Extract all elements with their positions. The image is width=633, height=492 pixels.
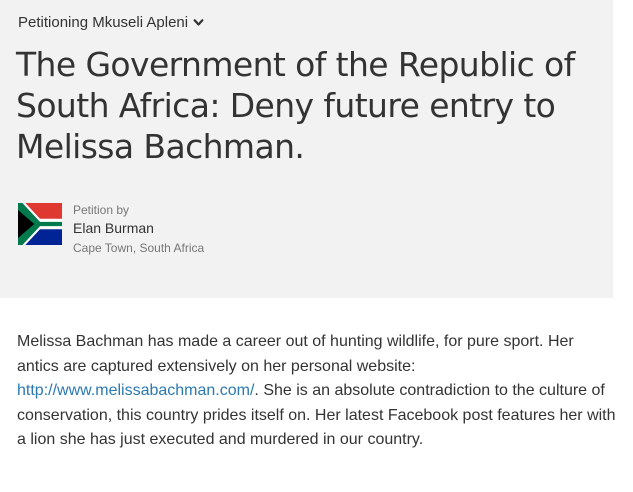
- south-africa-flag-icon: [18, 203, 62, 245]
- petitioning-target-dropdown[interactable]: Petitioning Mkuseli Apleni: [18, 14, 204, 31]
- petitioning-label: Petitioning Mkuseli Apleni: [18, 14, 189, 31]
- petition-title: The Government of the Republic of South …: [16, 45, 575, 166]
- chevron-down-icon: [193, 19, 204, 26]
- author-location: Cape Town, South Africa: [73, 241, 205, 255]
- description-text-start: Melissa Bachman has made a career out of…: [17, 333, 574, 375]
- petition-header: Petitioning Mkuseli Apleni The Governmen…: [0, 0, 613, 298]
- website-link[interactable]: http://www.melissabachman.com/: [17, 382, 254, 399]
- petition-by-label: Petition by: [73, 203, 130, 217]
- petition-description: Melissa Bachman has made a career out of…: [17, 330, 617, 453]
- author-name[interactable]: Elan Burman: [73, 220, 154, 236]
